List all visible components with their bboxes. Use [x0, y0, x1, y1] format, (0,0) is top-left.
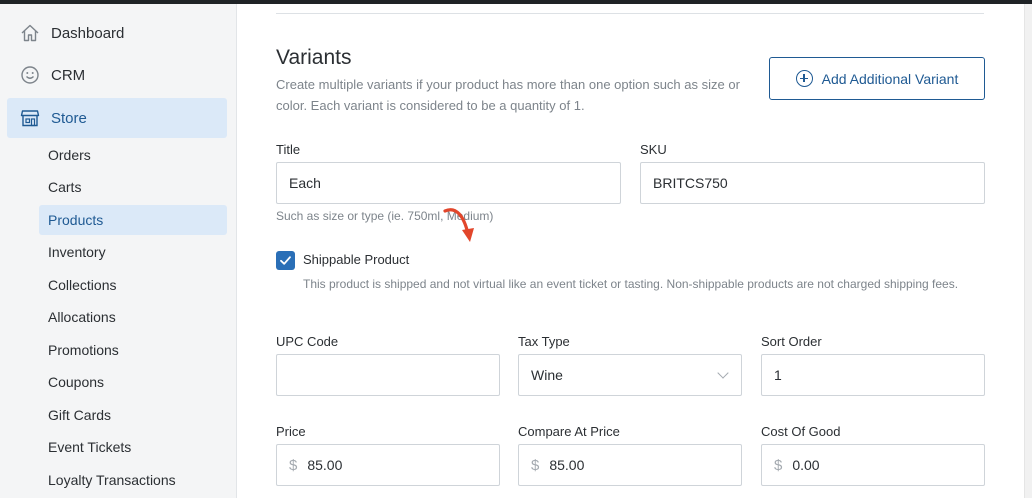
sidebar-item-carts[interactable]: Carts	[39, 172, 227, 202]
tax-type-label: Tax Type	[518, 334, 570, 349]
dollar-icon: $	[289, 456, 298, 474]
shippable-label: Shippable Product	[303, 252, 410, 267]
section-divider	[276, 13, 984, 14]
sidebar-item-label: Store	[51, 109, 87, 127]
sidebar-item-crm[interactable]: CRM	[7, 55, 227, 95]
sidebar-item-label: Dashboard	[51, 24, 125, 42]
smiley-icon	[19, 64, 41, 86]
price-input[interactable]: $ 85.00	[276, 444, 500, 486]
sidebar-item-label: Inventory	[48, 244, 106, 260]
sku-label: SKU	[640, 142, 667, 157]
sidebar: Dashboard CRM Store Orders Carts Product…	[0, 4, 237, 498]
compare-at-price-label: Compare At Price	[518, 424, 620, 439]
sidebar-item-products[interactable]: Products	[39, 205, 227, 235]
cost-of-good-value: 0.00	[792, 457, 820, 473]
sidebar-item-label: CRM	[51, 66, 86, 84]
plus-circle-icon	[795, 70, 813, 87]
title-value: Each	[289, 175, 321, 191]
sidebar-item-collections[interactable]: Collections	[39, 270, 227, 300]
sidebar-item-allocations[interactable]: Allocations	[39, 302, 227, 332]
add-variant-button[interactable]: Add Additional Variant	[769, 57, 985, 100]
cost-of-good-label: Cost Of Good	[761, 424, 841, 439]
home-icon	[19, 22, 41, 44]
sort-order-label: Sort Order	[761, 334, 822, 349]
sidebar-item-promotions[interactable]: Promotions	[39, 335, 227, 365]
sidebar-item-label: Gift Cards	[48, 407, 112, 423]
sidebar-item-loyalty-transactions[interactable]: Loyalty Transactions	[39, 465, 227, 495]
shippable-help-text: This product is shipped and not virtual …	[303, 277, 959, 291]
tax-type-value: Wine	[531, 367, 563, 383]
title-input[interactable]: Each	[276, 162, 621, 204]
check-icon	[280, 256, 291, 265]
sidebar-item-label: Allocations	[48, 309, 116, 325]
sidebar-item-coupons[interactable]: Coupons	[39, 367, 227, 397]
tax-type-select[interactable]: Wine	[518, 354, 742, 396]
sku-input[interactable]: BRITCS750	[640, 162, 985, 204]
sidebar-item-label: Collections	[48, 277, 117, 293]
sidebar-item-label: Event Tickets	[48, 439, 132, 455]
dollar-icon: $	[774, 456, 783, 474]
variants-description: Create multiple variants if your product…	[276, 77, 740, 113]
sidebar-item-dashboard[interactable]: Dashboard	[7, 13, 227, 53]
sort-order-input[interactable]: 1	[761, 354, 985, 396]
sidebar-item-label: Coupons	[48, 374, 105, 390]
sidebar-item-orders[interactable]: Orders	[39, 140, 227, 170]
sidebar-item-event-tickets[interactable]: Event Tickets	[39, 432, 227, 462]
sidebar-item-label: Loyalty Transactions	[48, 472, 176, 488]
sidebar-item-label: Products	[48, 212, 104, 228]
sort-order-value: 1	[774, 367, 782, 383]
price-value: 85.00	[307, 457, 343, 473]
sidebar-item-label: Promotions	[48, 342, 119, 358]
sidebar-item-store[interactable]: Store	[7, 98, 227, 138]
dollar-icon: $	[531, 456, 540, 474]
annotation-arrow-icon	[443, 208, 474, 242]
store-icon	[19, 107, 41, 129]
chevron-down-icon	[717, 367, 729, 379]
sku-value: BRITCS750	[653, 175, 728, 191]
sidebar-item-label: Carts	[48, 179, 82, 195]
scrollbar[interactable]	[1024, 4, 1032, 498]
title-label: Title	[276, 142, 301, 157]
price-label: Price	[276, 424, 306, 439]
add-variant-label: Add Additional Variant	[821, 70, 959, 87]
upc-input[interactable]	[276, 354, 500, 396]
main-content: Variants Create multiple variants if you…	[238, 4, 1024, 498]
sidebar-item-gift-cards[interactable]: Gift Cards	[39, 400, 227, 430]
sidebar-item-label: Orders	[48, 147, 91, 163]
compare-at-price-value: 85.00	[549, 457, 585, 473]
cost-of-good-input[interactable]: $ 0.00	[761, 444, 985, 486]
variants-heading: Variants	[276, 46, 352, 69]
sidebar-item-inventory[interactable]: Inventory	[39, 237, 227, 267]
upc-label: UPC Code	[276, 334, 339, 349]
shippable-checkbox[interactable]	[276, 251, 295, 270]
compare-at-price-input[interactable]: $ 85.00	[518, 444, 742, 486]
